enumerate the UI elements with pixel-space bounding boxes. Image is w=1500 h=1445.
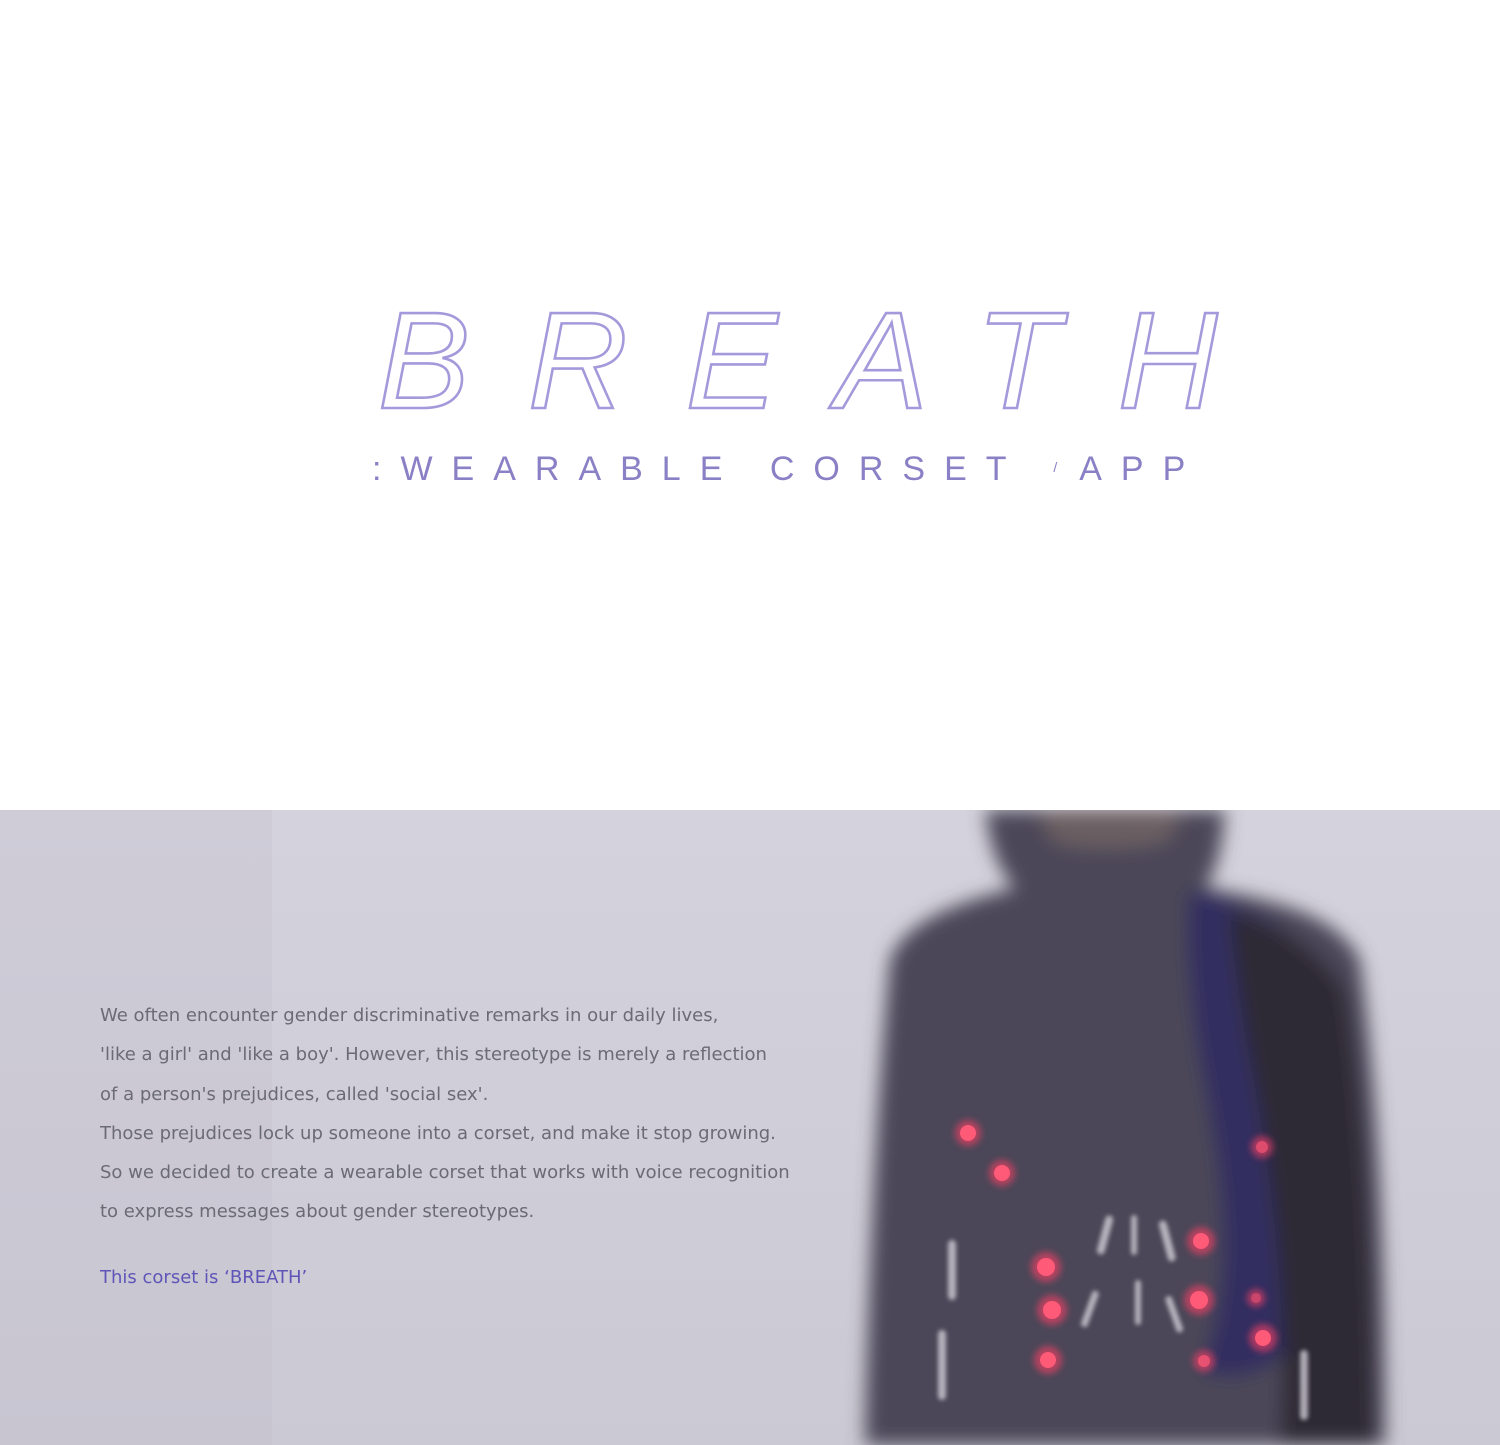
- subtitle-prefix: :: [372, 450, 401, 488]
- story-line: We often encounter gender discriminative…: [100, 1005, 719, 1026]
- story-line: 'like a girl' and 'like a boy'. However,…: [100, 1044, 767, 1066]
- story-tagline: This corset is ‘BREATH’: [100, 1267, 308, 1288]
- story-copy: We often encounter gender discriminative…: [100, 996, 820, 1232]
- story-line: Those prejudices lock up someone into a …: [100, 1122, 776, 1144]
- subtitle-separator: /: [1053, 459, 1080, 475]
- story-line: of a person's prejudices, called 'social…: [100, 1083, 489, 1105]
- subtitle-part-app: APP: [1079, 450, 1205, 488]
- page-subtitle: :WEARABLE CORSET /APP: [372, 452, 1204, 486]
- page-title: BREATH: [377, 284, 1276, 438]
- project-page: BREATH :WEARABLE CORSET /APP We often en…: [0, 0, 1500, 1445]
- subtitle-part-corset: WEARABLE CORSET: [400, 450, 1025, 488]
- hero-section: BREATH :WEARABLE CORSET /APP: [0, 0, 1500, 810]
- story-line: to express messages about gender stereot…: [100, 1201, 535, 1223]
- story-line: So we decided to create a wearable corse…: [100, 1162, 790, 1184]
